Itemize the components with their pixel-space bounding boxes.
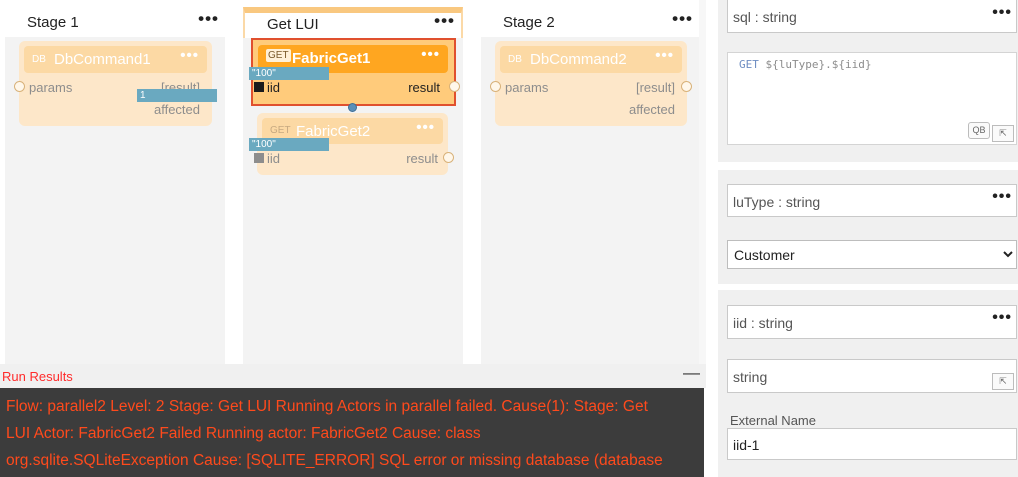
get-badge-icon: GET — [266, 49, 291, 62]
actor-menu-icon[interactable]: ••• — [421, 46, 440, 63]
iid-type-field[interactable]: string ⇱ — [727, 359, 1017, 393]
run-results-header: Run Results — — [0, 363, 706, 388]
flow-editor: Stage 1 ••• Get LUI ••• Stage 2 ••• DB D… — [0, 0, 1018, 477]
actor-name: FabricGet1 — [292, 50, 371, 67]
sql-code: GET ${luType}.${iid} — [739, 58, 872, 71]
run-results-log[interactable]: Flow: parallel2 Level: 2 Stage: Get LUI … — [0, 388, 704, 477]
port-label-affected: affected — [628, 102, 675, 117]
canvas-scrollbar[interactable] — [699, 0, 706, 364]
stage-menu-icon[interactable]: ••• — [198, 9, 219, 29]
query-builder-button[interactable]: QB — [968, 122, 990, 139]
value-chip-affected: 1 — [137, 89, 217, 102]
port-label-params: params — [29, 80, 73, 95]
db-badge-icon: DB — [32, 54, 46, 65]
port-label-result: [result] — [635, 80, 675, 95]
port-label-result: result — [408, 80, 440, 95]
value-chip-iid: "100" — [249, 138, 329, 151]
stage-title: Stage 1 — [27, 14, 79, 31]
type-value: string — [733, 369, 768, 385]
actor-menu-icon[interactable]: ••• — [655, 47, 674, 64]
stage-title: Stage 2 — [503, 14, 555, 31]
error-line: org.sqlite.SQLiteException Cause: [SQLIT… — [6, 452, 663, 469]
actor-dbcommand2[interactable]: DB DbCommand2 ••• params [result] affect… — [490, 41, 692, 126]
stage-menu-icon[interactable]: ••• — [434, 11, 455, 31]
property-label: luType : string — [733, 194, 821, 210]
error-line: Flow: parallel2 Level: 2 Stage: Get LUI … — [6, 398, 648, 415]
error-message: Flow: parallel2 Level: 2 Stage: Get LUI … — [6, 393, 698, 474]
stage-title: Get LUI — [267, 16, 319, 33]
error-line: LUI Actor: FabricGet2 Failed Running act… — [6, 425, 481, 442]
actor-header[interactable]: DB DbCommand1 ••• — [24, 46, 207, 73]
property-menu-icon[interactable]: ••• — [992, 309, 1012, 327]
db-badge-icon: DB — [508, 54, 522, 65]
input-port-iid[interactable] — [254, 82, 264, 92]
property-menu-icon[interactable]: ••• — [992, 4, 1012, 22]
value-chip-iid: "100" — [249, 67, 329, 80]
actor-name: DbCommand2 — [530, 51, 627, 68]
output-port-result[interactable] — [443, 152, 454, 163]
expand-corner-icon[interactable]: ⇱ — [992, 373, 1014, 390]
sql-label-field[interactable]: sql : string ••• — [727, 0, 1017, 33]
actor-name: DbCommand1 — [54, 51, 151, 68]
port-label-result: result — [406, 151, 438, 166]
output-port-result[interactable] — [449, 81, 460, 92]
port-label-iid: iid — [267, 80, 281, 95]
sql-code-editor[interactable]: GET ${luType}.${iid} QB ⇱ — [727, 52, 1017, 145]
minimize-icon[interactable]: — — [683, 363, 700, 383]
property-menu-icon[interactable]: ••• — [992, 188, 1012, 206]
iid-property-card: iid : string ••• string ⇱ External Name … — [718, 290, 1018, 477]
properties-panel: sql : string ••• GET ${luType}.${iid} QB… — [706, 0, 1018, 477]
input-port-params[interactable] — [14, 81, 25, 92]
get-badge-icon: GET — [270, 125, 291, 136]
external-name-value: iid-1 — [733, 437, 760, 453]
iid-label-field[interactable]: iid : string ••• — [727, 305, 1017, 339]
stage-header-1[interactable]: Stage 1 ••• — [5, 7, 225, 37]
actor-menu-icon[interactable]: ••• — [180, 47, 199, 64]
expand-corner-icon[interactable]: ⇱ — [992, 125, 1014, 142]
input-port-iid[interactable] — [254, 153, 264, 163]
external-name-input[interactable]: iid-1 — [727, 428, 1017, 460]
actor-dbcommand1[interactable]: DB DbCommand1 ••• params [result] affect… — [14, 41, 212, 126]
external-name-label: External Name — [730, 413, 816, 428]
lutype-property-card: luType : string ••• Customer — [718, 170, 1018, 284]
run-results-panel: Run Results — Flow: parallel2 Level: 2 S… — [0, 363, 706, 477]
actor-header[interactable]: DB DbCommand2 ••• — [500, 46, 682, 73]
port-label-affected: affected — [153, 102, 200, 117]
link-handle[interactable] — [348, 103, 357, 112]
stage-menu-icon[interactable]: ••• — [672, 9, 693, 29]
property-label: iid : string — [733, 315, 793, 331]
lutype-label-field[interactable]: luType : string ••• — [727, 184, 1017, 217]
property-label: sql : string — [733, 9, 797, 25]
run-results-title: Run Results — [2, 369, 73, 384]
lutype-select[interactable]: Customer — [727, 240, 1017, 269]
actor-menu-icon[interactable]: ••• — [416, 119, 435, 136]
input-port-params[interactable] — [490, 81, 501, 92]
port-label-iid: iid — [267, 151, 281, 166]
stage-header-3[interactable]: Stage 2 ••• — [481, 7, 699, 37]
sql-property-card: sql : string ••• GET ${luType}.${iid} QB… — [718, 0, 1018, 162]
port-label-params: params — [505, 80, 549, 95]
stage-header-2[interactable]: Get LUI ••• — [243, 7, 463, 38]
output-port-result[interactable] — [681, 81, 692, 92]
